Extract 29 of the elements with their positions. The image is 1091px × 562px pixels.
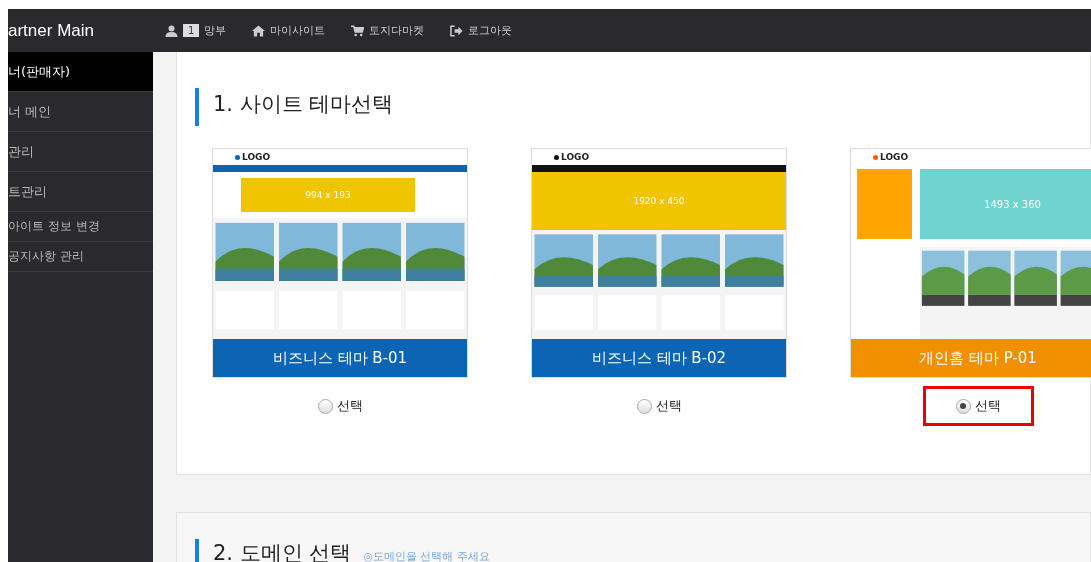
theme-radio[interactable]: 선택 bbox=[603, 386, 715, 426]
sidebar-item[interactable]: 너(판매자) bbox=[8, 52, 153, 92]
nav-link[interactable]: 1 망부 bbox=[165, 23, 227, 38]
theme-name: 비즈니스 테마 B-01 bbox=[213, 339, 467, 377]
theme-radio[interactable]: 선택 bbox=[922, 386, 1034, 426]
theme-preview[interactable]: LOGO 994 x 193 비즈니스 테마 B-01 bbox=[212, 148, 468, 378]
home-icon bbox=[252, 24, 266, 37]
cart-icon bbox=[351, 24, 365, 37]
theme-preview[interactable]: LOGO 1920 x 450 비즈니스 테마 B-02 bbox=[531, 148, 787, 378]
banner-size: 994 x 193 bbox=[305, 190, 351, 200]
app-title: artner Main bbox=[8, 19, 95, 42]
theme-radio[interactable]: 선택 bbox=[284, 386, 396, 426]
logo: LOGO bbox=[554, 152, 590, 162]
side-menu bbox=[857, 169, 912, 239]
theme-preview[interactable]: LOGO 1493 x 360 개인홈 테마 P-01 bbox=[850, 148, 1091, 378]
logout-icon bbox=[450, 24, 464, 37]
banner-size: 1920 x 450 bbox=[633, 196, 685, 206]
logo: LOGO bbox=[873, 152, 909, 162]
user-icon bbox=[165, 24, 178, 37]
logo: LOGO bbox=[235, 152, 271, 162]
hint-text: ◎도메인을 선택해 주세요 bbox=[363, 549, 490, 562]
count-badge: 1 bbox=[183, 24, 200, 37]
theme-name: 개인홈 테마 P-01 bbox=[851, 339, 1091, 377]
theme-name: 비즈니스 테마 B-02 bbox=[532, 339, 786, 377]
nav-link[interactable]: 로그아웃 bbox=[450, 23, 513, 38]
nav-link[interactable]: 토지다마켓 bbox=[351, 23, 425, 38]
section-title: 1. 사이트 테마선택 bbox=[195, 88, 1090, 126]
nav-link[interactable]: 마이사이트 bbox=[252, 23, 326, 38]
banner-size: 1493 x 360 bbox=[984, 198, 1041, 210]
